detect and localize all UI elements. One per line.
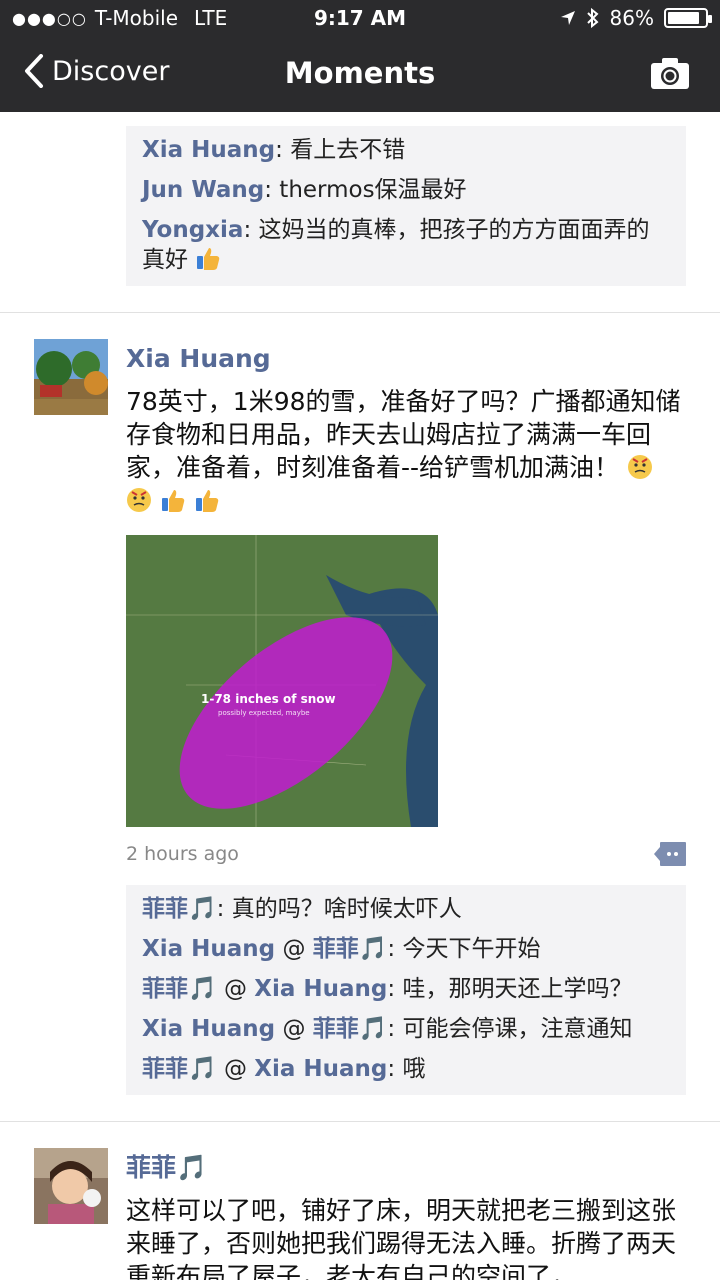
commenter-name[interactable]: 菲菲🎵	[142, 896, 217, 922]
comment-text: : thermos保温最好	[264, 177, 467, 203]
battery-percent: 86%	[609, 6, 654, 30]
battery-icon	[664, 8, 712, 28]
reply-at: @	[282, 936, 313, 962]
moment-post: Xia Huang 78英寸，1米98的雪，准备好了吗？广播都通知储存食物和日用…	[0, 313, 720, 1121]
avatar[interactable]	[34, 339, 108, 415]
comment[interactable]: Xia Huang @ 菲菲🎵: 可能会停课，注意通知	[142, 1009, 670, 1049]
comment[interactable]: 菲菲🎵 @ Xia Huang: 哇，那明天还上学吗？	[142, 969, 670, 1009]
commenter-name[interactable]: 菲菲🎵	[142, 976, 217, 1002]
reply-to-name[interactable]: 菲菲🎵	[313, 936, 388, 962]
bluetooth-icon	[586, 7, 599, 29]
thumbs-up-emoji-icon	[197, 248, 220, 270]
back-label: Discover	[52, 55, 170, 87]
post-text: 78英寸，1米98的雪，准备好了吗？广播都通知储存食物和日用品，昨天去山姆店拉了…	[126, 385, 686, 517]
chevron-left-icon	[25, 54, 43, 88]
comment[interactable]: Xia Huang: 看上去不错	[142, 130, 670, 170]
comment-action-icon[interactable]	[654, 841, 686, 867]
comment[interactable]: Yongxia: 这妈当的真棒，把孩子的方方面面弄的真好	[142, 210, 670, 280]
nav-bar: Discover Moments	[0, 36, 720, 112]
back-button[interactable]: Discover	[24, 54, 169, 88]
comment-list: Xia Huang: 看上去不错 Jun Wang: thermos保温最好 Y…	[126, 126, 686, 286]
post-timestamp: 2 hours ago	[126, 843, 239, 865]
comment-text: : 可能会停课，注意通知	[387, 1016, 633, 1042]
commenter-name[interactable]: Xia Huang	[142, 137, 275, 163]
post-text: 这样可以了吧，铺好了床，明天就把老三搬到这张来睡了，否则她把我们踢得无法入睡。折…	[126, 1196, 677, 1280]
reply-at: @	[282, 1016, 313, 1042]
comment[interactable]: 菲菲🎵 @ Xia Huang: 哦	[142, 1049, 670, 1089]
thumbs-up-emoji-icon	[195, 490, 219, 512]
comment[interactable]: 菲菲🎵: 真的吗？啥时候太吓人	[142, 889, 670, 929]
reply-to-name[interactable]: Xia Huang	[254, 1056, 387, 1082]
thumbs-up-emoji-icon	[161, 490, 185, 512]
comment-text: : 哇，那明天还上学吗？	[387, 976, 633, 1002]
comment-text: : 哦	[387, 1056, 426, 1082]
comment[interactable]: Xia Huang @ 菲菲🎵: 今天下午开始	[142, 929, 670, 969]
map-subline: possibly expected, maybe	[218, 709, 310, 717]
reply-at: @	[223, 1056, 255, 1082]
commenter-name[interactable]: 菲菲🎵	[142, 1056, 217, 1082]
nosebleed-emoji-icon	[127, 488, 151, 512]
camera-icon[interactable]	[650, 56, 690, 90]
comment-list: 菲菲🎵: 真的吗？啥时候太吓人 Xia Huang @ 菲菲🎵: 今天下午开始 …	[126, 885, 686, 1095]
comment-text: : 看上去不错	[275, 137, 406, 163]
reply-at: @	[223, 976, 255, 1002]
nosebleed-emoji-icon	[628, 455, 652, 479]
commenter-name[interactable]: Jun Wang	[142, 177, 264, 203]
reply-to-name[interactable]: Xia Huang	[254, 976, 387, 1002]
reply-to-name[interactable]: 菲菲🎵	[313, 1016, 388, 1042]
avatar[interactable]	[34, 1148, 108, 1224]
map-headline: 1-78 inches of snow	[201, 692, 336, 706]
commenter-name[interactable]: Xia Huang	[142, 1016, 275, 1042]
moments-feed[interactable]: Xia Huang: 看上去不错 Jun Wang: thermos保温最好 Y…	[0, 112, 720, 1280]
comment[interactable]: Jun Wang: thermos保温最好	[142, 170, 670, 210]
comment-text: : 真的吗？啥时候太吓人	[216, 896, 462, 922]
location-arrow-icon	[560, 11, 575, 25]
status-right: 86%	[560, 6, 712, 30]
author-name[interactable]: 菲菲🎵	[126, 1148, 686, 1188]
author-name[interactable]: Xia Huang	[126, 339, 686, 379]
post-text-content: 78英寸，1米98的雪，准备好了吗？广播都通知储存食物和日用品，昨天去山姆店拉了…	[126, 387, 681, 482]
comment-text: : 今天下午开始	[387, 936, 541, 962]
commenter-name[interactable]: Yongxia	[142, 217, 243, 243]
post-image-snow-map[interactable]: 1-78 inches of snow possibly expected, m…	[126, 535, 438, 827]
moment-post: 菲菲🎵 这样可以了吧，铺好了床，明天就把老三搬到这张来睡了，否则她把我们踢得无法…	[0, 1122, 720, 1280]
status-bar: ●●●○○ T-Mobile LTE 9:17 AM 86%	[0, 0, 720, 36]
commenter-name[interactable]: Xia Huang	[142, 936, 275, 962]
